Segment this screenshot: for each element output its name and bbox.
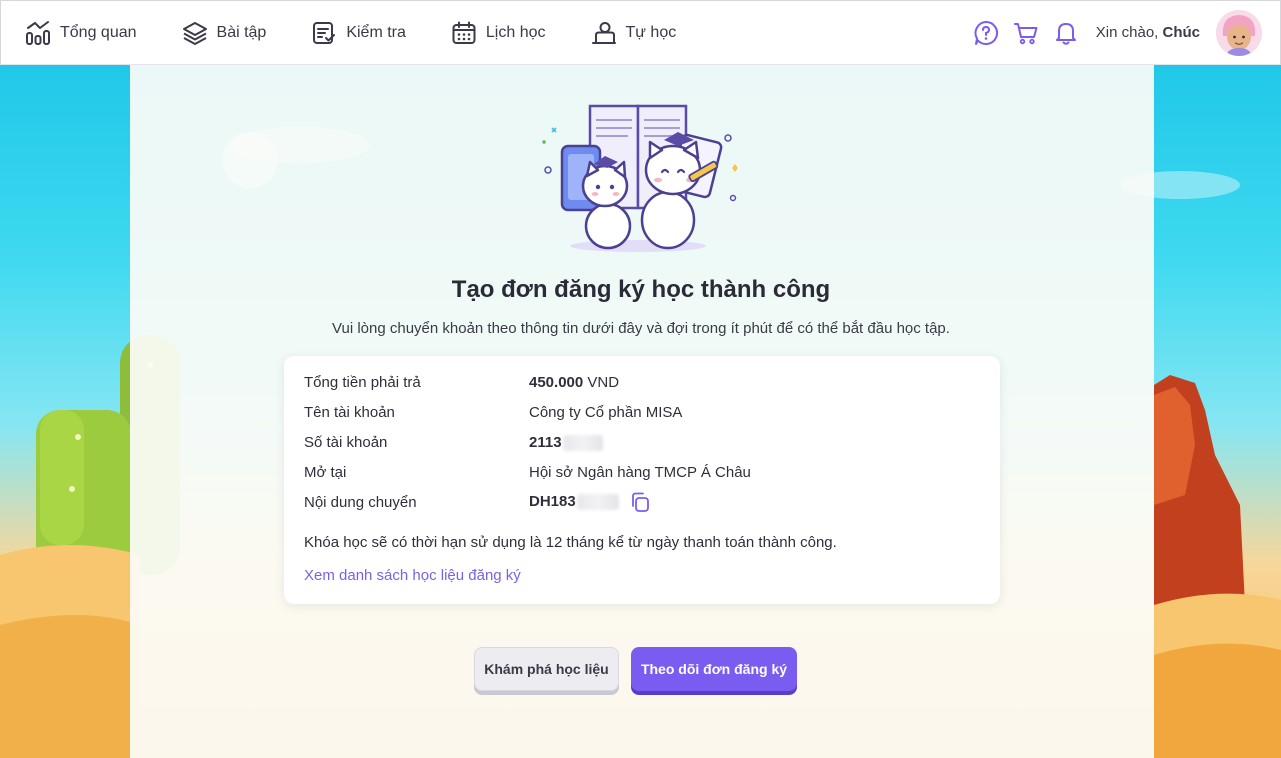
amount-currency: VND <box>587 374 620 391</box>
help-icon[interactable] <box>972 19 1000 47</box>
nav-item-label: Tự học <box>625 23 677 41</box>
greeting-text: Xin chào, Chúc <box>1096 24 1200 41</box>
account-name-label: Tên tài khoản <box>304 404 395 421</box>
validity-note: Khóa học sẽ có thời hạn sử dụng là 12 th… <box>304 534 837 551</box>
redacted-blur <box>562 435 603 452</box>
nav-item-label: Lịch học <box>485 23 546 41</box>
explore-materials-button[interactable]: Khám phá học liệu <box>474 647 619 691</box>
account-number-value: 2113 <box>529 434 562 451</box>
cart-icon[interactable] <box>1012 19 1040 47</box>
bank-label: Mở tại <box>304 464 347 481</box>
main-nav: Tổng quan Bài tập Kiểm tra Lịch học Tự h… <box>1 1 721 64</box>
nav-item-self-study[interactable]: Tự học <box>591 1 677 64</box>
nav-item-schedule[interactable]: Lịch học <box>451 1 546 64</box>
greeting-prefix: Xin chào, <box>1095 24 1159 41</box>
payment-info-card: Tổng tiền phải trả 450.000 VND Tên tài k… <box>284 356 1000 604</box>
layers-icon <box>182 21 207 45</box>
top-navigation-bar: Tổng quan Bài tập Kiểm tra Lịch học Tự h… <box>0 0 1281 65</box>
nav-item-tests[interactable]: Kiểm tra <box>311 1 406 64</box>
copy-icon[interactable] <box>629 491 651 513</box>
amount-value-group: 450.000 VND <box>529 374 619 391</box>
bank-value: Hội sở Ngân hàng TMCP Á Châu <box>529 464 751 481</box>
account-number-group: 2113 <box>529 434 603 452</box>
amount-label: Tổng tiền phải trả <box>304 374 421 391</box>
calendar-icon <box>452 21 476 44</box>
page-title: Tạo đơn đăng ký học thành công <box>451 276 831 303</box>
checklist-icon <box>313 21 336 44</box>
chart-icon <box>26 20 50 45</box>
nav-item-overview[interactable]: Tổng quan <box>25 1 137 64</box>
transfer-content-label: Nội dung chuyển <box>304 494 417 511</box>
transfer-content-value: DH183 <box>529 492 576 510</box>
cats-with-books-illustration <box>542 104 738 252</box>
page-subtitle: Vui lòng chuyển khoản theo thông tin dướ… <box>332 320 950 337</box>
self-study-icon <box>591 21 616 44</box>
nav-item-label: Bài tập <box>216 23 267 41</box>
nav-item-label: Tổng quan <box>60 23 137 41</box>
bell-icon[interactable] <box>1052 19 1080 47</box>
account-number-label: Số tài khoản <box>304 434 388 451</box>
redacted-blur <box>576 494 619 510</box>
nav-item-label: Kiểm tra <box>346 23 406 41</box>
amount-value: 450.000 <box>529 374 584 391</box>
header-tools: Xin chào, Chúc <box>960 1 1280 64</box>
avatar[interactable] <box>1216 9 1262 56</box>
transfer-content-group: DH183 <box>529 491 651 513</box>
account-name-value: Công ty Cổ phần MISA <box>529 404 683 421</box>
user-name: Chúc <box>1162 24 1201 41</box>
view-materials-link[interactable]: Xem danh sách học liệu đăng ký <box>304 567 521 584</box>
nav-item-exercises[interactable]: Bài tập <box>182 1 267 64</box>
track-order-button[interactable]: Theo dõi đơn đăng ký <box>631 647 797 691</box>
